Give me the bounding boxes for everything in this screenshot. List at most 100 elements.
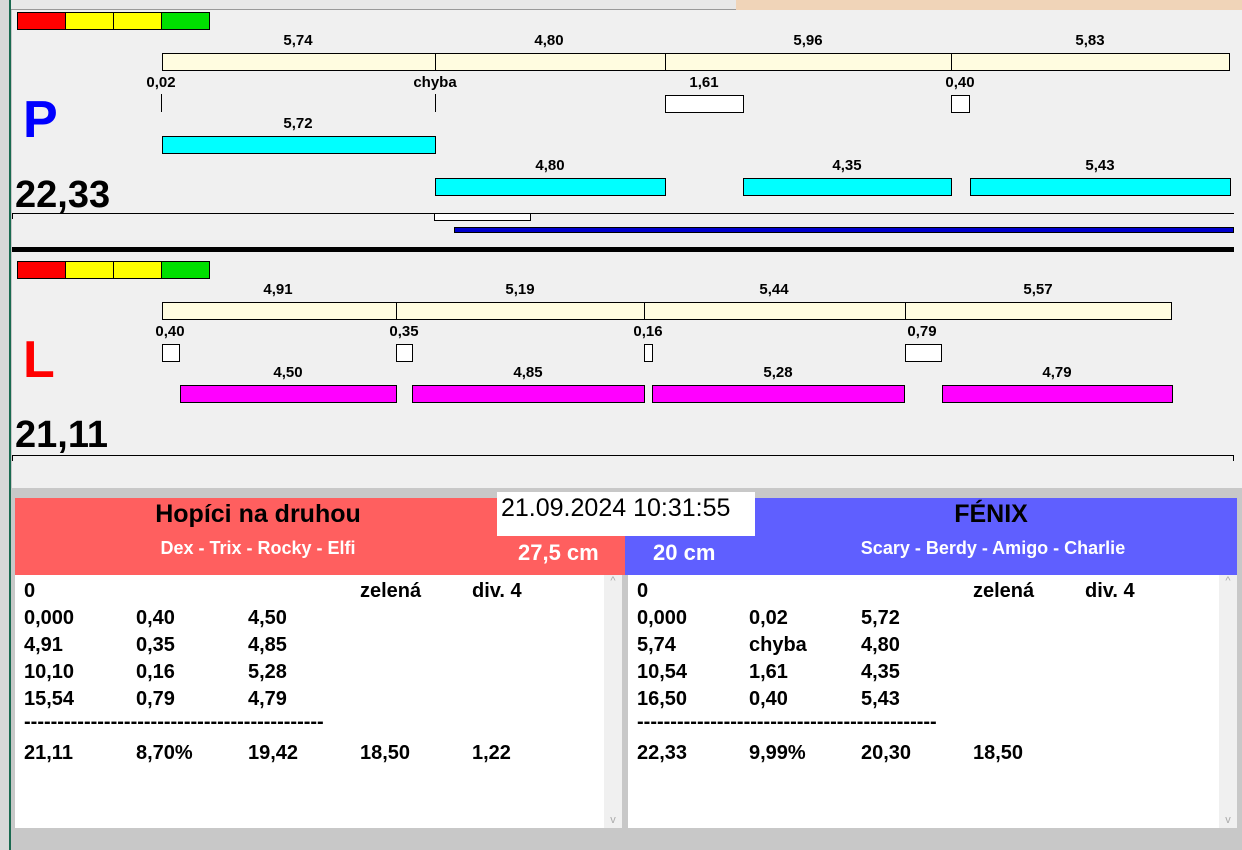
dog-time-label: 4,79 bbox=[1042, 364, 1072, 381]
lane-total-p: 22,33 bbox=[15, 174, 111, 216]
result-cell: zelená bbox=[973, 580, 1035, 602]
summary-cell: 1,22 bbox=[472, 742, 511, 764]
right-results-text[interactable]: ^ v 0 zelená div. 4 0,000 0,02 5,72 5,74 chyba 4,… bbox=[628, 575, 1237, 828]
summary-cell: 19,42 bbox=[248, 742, 299, 764]
exchange-label: 1,61 bbox=[689, 74, 719, 91]
exchange-tick bbox=[435, 94, 436, 112]
segment-label: 5,57 bbox=[1023, 281, 1053, 298]
dog-time-label: 4,85 bbox=[513, 364, 543, 381]
result-cell: 0 bbox=[637, 580, 649, 602]
exchange-label: 0,40 bbox=[155, 323, 185, 340]
exchange-box bbox=[644, 344, 653, 362]
dog-time-label: 5,28 bbox=[763, 364, 793, 381]
scroll-down-icon[interactable]: v bbox=[604, 814, 622, 826]
dog-time-bar bbox=[180, 385, 397, 403]
result-cell: 4,85 bbox=[248, 634, 287, 656]
scroll-up-icon[interactable]: ^ bbox=[604, 575, 622, 587]
color-legend-p bbox=[17, 12, 210, 30]
exchange-box bbox=[905, 344, 942, 362]
summary-cell: 20,30 bbox=[861, 742, 912, 764]
result-cell: 15,54 bbox=[24, 688, 75, 710]
result-cell: div. 4 bbox=[1085, 580, 1135, 602]
team-name: Hopíci na druhou bbox=[155, 500, 361, 528]
dog-time-bar bbox=[435, 178, 666, 196]
exchange-tick bbox=[161, 94, 162, 112]
run-segment bbox=[665, 53, 952, 71]
run-segment bbox=[435, 53, 666, 71]
run-segment bbox=[905, 302, 1172, 320]
result-cell: chyba bbox=[749, 634, 807, 656]
segment-label: 4,80 bbox=[534, 32, 564, 49]
run-segment bbox=[951, 53, 1230, 71]
dog-time-bar bbox=[412, 385, 645, 403]
result-cell: 4,35 bbox=[861, 661, 900, 683]
result-cell: 4,91 bbox=[24, 634, 63, 656]
progress-marker bbox=[434, 213, 531, 221]
run-segment bbox=[396, 302, 645, 320]
result-cell: 4,80 bbox=[861, 634, 900, 656]
team-dogs: Dex - Trix - Rocky - Elfi bbox=[160, 538, 356, 558]
size-category: 20 cm bbox=[653, 540, 716, 565]
separator-line: ----------------------------------------… bbox=[637, 711, 937, 733]
result-cell: 5,72 bbox=[861, 607, 900, 629]
scrollbar[interactable]: ^ v bbox=[604, 575, 622, 828]
run-segment bbox=[162, 53, 436, 71]
summary-cell: 18,50 bbox=[360, 742, 411, 764]
summary-cell: 18,50 bbox=[973, 742, 1024, 764]
dog-time-label: 5,72 bbox=[283, 115, 313, 132]
segment-label: 5,19 bbox=[505, 281, 535, 298]
divider-tick bbox=[12, 213, 13, 219]
segment-label: 5,96 bbox=[793, 32, 823, 49]
team-name: FÉNIX bbox=[954, 500, 1028, 528]
divider bbox=[12, 213, 1234, 214]
lane-letter-l: L bbox=[23, 331, 55, 389]
lane-total-l: 21,11 bbox=[15, 414, 108, 456]
exchange-box bbox=[396, 344, 413, 362]
size-category: 27,5 cm bbox=[518, 540, 599, 565]
result-cell: 4,79 bbox=[248, 688, 287, 710]
left-results-text[interactable]: ^ v 0 zelená div. 4 0,000 0,40 4,50 4,91 0,35 4,8… bbox=[15, 575, 622, 828]
segment-label: 5,74 bbox=[283, 32, 313, 49]
result-cell: 0,35 bbox=[136, 634, 175, 656]
summary-cell: 9,99% bbox=[749, 742, 806, 764]
separator-line: ----------------------------------------… bbox=[24, 711, 324, 733]
divider-tick bbox=[1233, 455, 1234, 461]
dog-time-bar bbox=[942, 385, 1173, 403]
scroll-up-icon[interactable]: ^ bbox=[1219, 575, 1237, 587]
result-cell: 10,10 bbox=[24, 661, 75, 683]
color-legend-l bbox=[17, 261, 210, 279]
result-cell: 0,40 bbox=[136, 607, 175, 629]
exchange-label: 0,02 bbox=[146, 74, 176, 91]
dog-time-bar bbox=[652, 385, 905, 403]
run-segment bbox=[644, 302, 906, 320]
exchange-label: 0,35 bbox=[389, 323, 419, 340]
dog-time-bar bbox=[970, 178, 1231, 196]
exchange-label: chyba bbox=[413, 74, 457, 91]
result-cell: 5,28 bbox=[248, 661, 287, 683]
dog-time-label: 5,43 bbox=[1085, 157, 1115, 174]
dog-time-label: 4,35 bbox=[832, 157, 862, 174]
segment-label: 5,83 bbox=[1075, 32, 1105, 49]
team-dogs: Scary - Berdy - Amigo - Charlie bbox=[860, 538, 1126, 558]
datetime: 21.09.2024 10:31:55 bbox=[497, 492, 755, 536]
segment-label: 5,44 bbox=[759, 281, 789, 298]
scroll-down-icon[interactable]: v bbox=[1219, 814, 1237, 826]
dog-time-label: 4,50 bbox=[273, 364, 303, 381]
result-cell: 0,79 bbox=[136, 688, 175, 710]
summary-cell: 22,33 bbox=[637, 742, 688, 764]
scrollbar[interactable]: ^ v bbox=[1219, 575, 1237, 828]
lane-separator bbox=[12, 247, 1234, 252]
segment-label: 4,91 bbox=[263, 281, 293, 298]
run-segment bbox=[162, 302, 397, 320]
exchange-label: 0,79 bbox=[907, 323, 937, 340]
result-cell: 0 bbox=[24, 580, 36, 602]
result-cell: 0,02 bbox=[749, 607, 788, 629]
exchange-box bbox=[162, 344, 180, 362]
progress-bar bbox=[454, 227, 1234, 233]
dog-time-bar bbox=[743, 178, 952, 196]
result-cell: 0,16 bbox=[136, 661, 175, 683]
result-cell: 16,50 bbox=[637, 688, 688, 710]
result-cell: 10,54 bbox=[637, 661, 688, 683]
result-cell: 1,61 bbox=[749, 661, 788, 683]
dog-time-bar bbox=[162, 136, 436, 154]
